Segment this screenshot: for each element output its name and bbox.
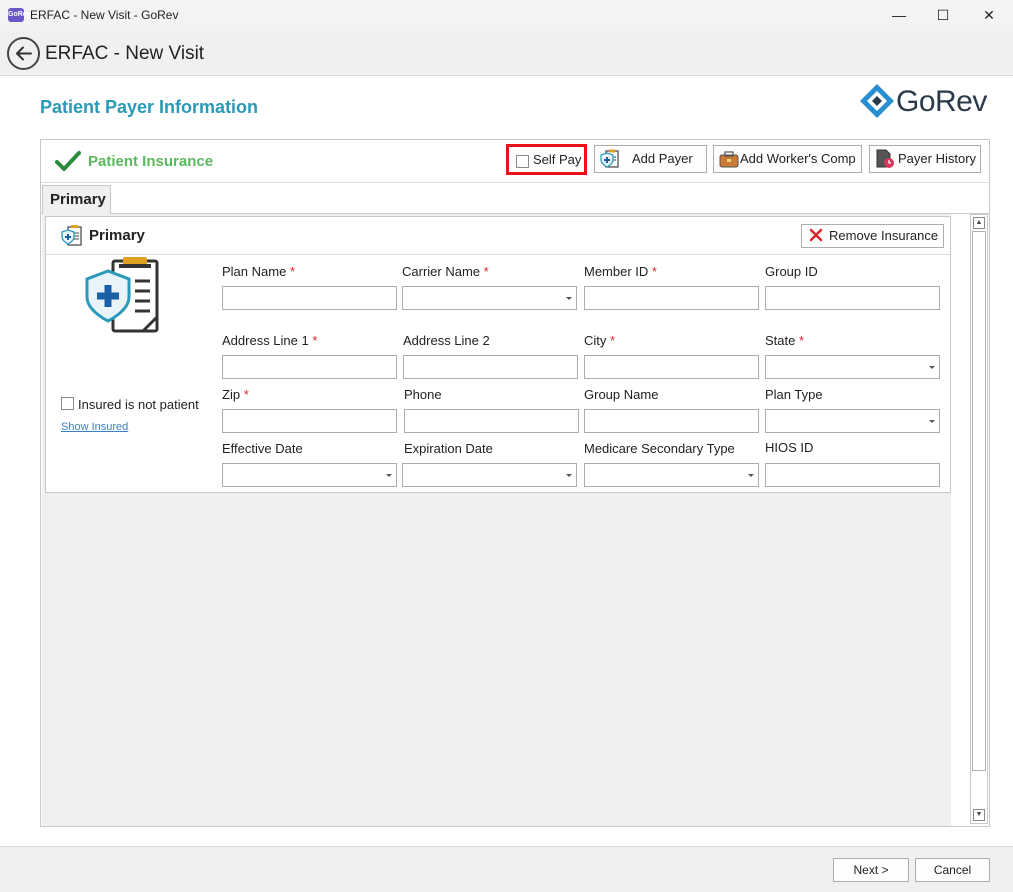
city-label: City * xyxy=(584,333,616,348)
add-payer-button[interactable]: Add Payer xyxy=(594,145,707,173)
header-bar: ERFAC - New Visit xyxy=(0,31,1013,76)
window-titlebar: GoRev ERFAC - New Visit - GoRev — ☐ ✕ xyxy=(0,0,1013,31)
maximize-button[interactable]: ☐ xyxy=(920,0,966,31)
payer-history-icon xyxy=(876,149,894,168)
self-pay-checkbox[interactable] xyxy=(516,155,529,168)
scroll-down-button[interactable]: ▼ xyxy=(973,809,985,821)
checkmark-icon xyxy=(55,151,81,171)
member-id-input[interactable] xyxy=(584,286,759,310)
remove-insurance-label: Remove Insurance xyxy=(829,228,939,243)
plan-type-label: Plan Type xyxy=(765,387,823,402)
patient-insurance-title: Patient Insurance xyxy=(88,153,214,170)
insured-not-patient-label: Insured is not patient xyxy=(78,397,199,412)
plan-name-input[interactable] xyxy=(222,286,397,310)
plan-name-label: Plan Name * xyxy=(222,264,295,279)
carrier-name-label: Carrier Name * xyxy=(402,264,489,279)
insurance-panel-header: Patient Insurance Self Pay Add Payer Add… xyxy=(41,140,989,183)
address-line-1-input[interactable] xyxy=(222,355,397,379)
group-name-input[interactable] xyxy=(584,409,759,433)
member-id-label: Member ID * xyxy=(584,264,657,279)
cancel-button[interactable]: Cancel xyxy=(915,858,990,882)
insurance-content-area: Primary Remove Insurance Insured is not … xyxy=(42,214,951,826)
minimize-button[interactable]: — xyxy=(876,0,922,31)
back-arrow-icon xyxy=(16,46,32,61)
zip-input[interactable] xyxy=(222,409,397,433)
vertical-scrollbar[interactable]: ▲ ▼ xyxy=(970,214,988,824)
page-title: ERFAC - New Visit xyxy=(45,43,205,64)
briefcase-icon xyxy=(719,151,739,168)
effective-date-label: Effective Date xyxy=(222,441,303,456)
primary-insurance-card: Primary Remove Insurance Insured is not … xyxy=(45,216,951,493)
group-id-label: Group ID xyxy=(765,264,818,279)
city-input[interactable] xyxy=(584,355,759,379)
state-select[interactable] xyxy=(765,355,940,379)
effective-date-picker[interactable] xyxy=(222,463,397,487)
hios-id-input[interactable] xyxy=(765,463,940,487)
expiration-date-label: Expiration Date xyxy=(404,441,493,456)
address-line-1-label: Address Line 1 * xyxy=(222,333,318,348)
carrier-name-select[interactable] xyxy=(402,286,577,310)
app-icon: GoRev xyxy=(8,8,31,22)
group-name-label: Group Name xyxy=(584,387,659,402)
add-workers-comp-button[interactable]: Add Worker's Comp xyxy=(713,145,862,173)
insurance-tabstrip: Primary xyxy=(41,183,989,215)
tab-primary[interactable]: Primary xyxy=(42,185,111,215)
plan-type-select[interactable] xyxy=(765,409,940,433)
close-button[interactable]: ✕ xyxy=(966,0,1012,31)
hios-id-label: HIOS ID xyxy=(765,440,814,455)
group-id-input[interactable] xyxy=(765,286,940,310)
scroll-thumb[interactable] xyxy=(972,231,986,771)
gorev-logo-mark-icon xyxy=(860,84,894,118)
state-label: State * xyxy=(765,333,805,348)
expiration-date-picker[interactable] xyxy=(402,463,577,487)
gorev-logo: GoRev xyxy=(856,80,996,122)
patient-insurance-panel: Patient Insurance Self Pay Add Payer Add… xyxy=(40,139,990,827)
add-payer-label: Add Payer xyxy=(632,151,693,166)
section-title: Patient Payer Information xyxy=(40,97,259,117)
scroll-up-button[interactable]: ▲ xyxy=(973,217,985,229)
remove-insurance-button[interactable]: Remove Insurance xyxy=(801,224,944,248)
add-payer-icon xyxy=(600,149,619,168)
insurance-clipboard-icon xyxy=(61,225,82,246)
phone-label: Phone xyxy=(404,387,442,402)
show-insured-link[interactable]: Show Insured xyxy=(61,421,128,433)
primary-card-header: Primary Remove Insurance xyxy=(46,217,950,255)
zip-label: Zip * xyxy=(222,387,249,402)
primary-card-title: Primary xyxy=(89,227,145,244)
next-button[interactable]: Next > xyxy=(833,858,909,882)
self-pay-checkbox-highlight[interactable]: Self Pay xyxy=(506,144,587,175)
self-pay-label: Self Pay xyxy=(533,152,582,167)
footer-bar: Next > Cancel xyxy=(0,846,1013,892)
address-line-2-input[interactable] xyxy=(403,355,578,379)
payer-history-label: Payer History xyxy=(898,151,977,166)
add-workers-comp-label: Add Worker's Comp xyxy=(740,151,856,166)
address-line-2-label: Address Line 2 xyxy=(403,333,490,348)
phone-input[interactable] xyxy=(404,409,579,433)
medicare-secondary-type-label: Medicare Secondary Type xyxy=(584,441,735,456)
payer-history-button[interactable]: Payer History xyxy=(869,145,981,173)
insurance-shield-clipboard-icon xyxy=(85,257,159,333)
logo-text: GoRev xyxy=(896,85,987,118)
medicare-secondary-type-select[interactable] xyxy=(584,463,759,487)
insured-not-patient-checkbox[interactable] xyxy=(61,397,74,410)
back-button[interactable] xyxy=(7,37,40,70)
window-title: ERFAC - New Visit - GoRev xyxy=(30,8,179,22)
remove-x-icon xyxy=(809,228,823,242)
